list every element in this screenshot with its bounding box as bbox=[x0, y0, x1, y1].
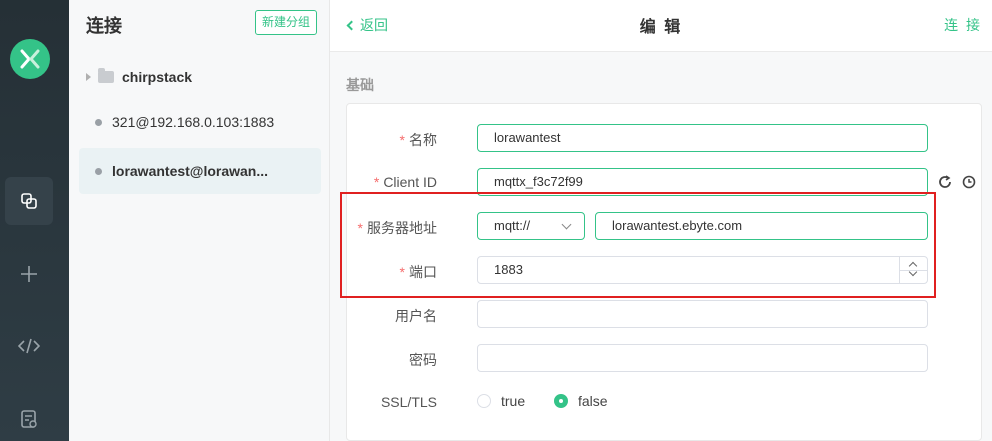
folder-name: chirpstack bbox=[122, 69, 193, 85]
name-label: * 名称 bbox=[400, 130, 437, 150]
connection-list-panel: 连接 新建分组 chirpstack 321@192.168.0.103:188… bbox=[69, 0, 330, 441]
plus-icon[interactable] bbox=[5, 250, 53, 298]
radio-off-icon bbox=[477, 394, 491, 408]
log-icon[interactable] bbox=[5, 395, 53, 441]
required-mark: * bbox=[373, 174, 380, 190]
refresh-icon[interactable] bbox=[937, 174, 953, 190]
folder-item[interactable]: chirpstack bbox=[86, 66, 192, 88]
username-label: 用户名 bbox=[395, 308, 437, 324]
radio-on-icon bbox=[554, 394, 568, 408]
page-title: 编 辑 bbox=[639, 19, 683, 36]
name-label-text: 名称 bbox=[409, 132, 437, 148]
connection-item-active[interactable]: lorawantest@lorawan... bbox=[79, 148, 321, 194]
status-dot-icon bbox=[95, 167, 102, 175]
ssl-true-radio[interactable]: true bbox=[477, 393, 525, 409]
app-logo-icon bbox=[10, 39, 50, 79]
client-id-label-text: Client ID bbox=[383, 174, 437, 190]
connection-item[interactable]: 321@192.168.0.103:1883 bbox=[79, 99, 321, 145]
password-input[interactable] bbox=[477, 344, 928, 372]
connection-name: 321@192.168.0.103:1883 bbox=[112, 114, 275, 130]
section-title: 基础 bbox=[346, 77, 374, 93]
password-label: 密码 bbox=[409, 352, 437, 368]
connection-name: lorawantest@lorawan... bbox=[112, 163, 269, 179]
ssl-false-label: false bbox=[578, 393, 608, 409]
annotation-highlight-box bbox=[340, 192, 936, 298]
client-id-label: * Client ID bbox=[374, 174, 437, 190]
app-sidebar-rail bbox=[0, 0, 69, 441]
ssl-false-radio[interactable]: false bbox=[554, 393, 608, 409]
name-input[interactable]: lorawantest bbox=[477, 124, 928, 152]
connections-icon[interactable] bbox=[5, 177, 53, 225]
ssl-true-label: true bbox=[501, 393, 526, 409]
expand-arrow-icon[interactable] bbox=[86, 73, 91, 81]
connections-title: 连接 bbox=[86, 16, 122, 36]
required-mark: * bbox=[399, 132, 405, 148]
username-input[interactable] bbox=[477, 300, 928, 328]
folder-icon bbox=[98, 68, 114, 83]
code-icon[interactable] bbox=[5, 322, 53, 370]
new-group-button[interactable]: 新建分组 bbox=[255, 10, 317, 35]
ssl-label: SSL/TLS bbox=[380, 394, 437, 410]
connect-button[interactable]: 连 接 bbox=[944, 15, 982, 35]
status-dot-icon bbox=[95, 118, 102, 126]
top-bar: 返回 编 辑 连 接 bbox=[330, 0, 992, 52]
clock-icon[interactable] bbox=[961, 174, 977, 190]
